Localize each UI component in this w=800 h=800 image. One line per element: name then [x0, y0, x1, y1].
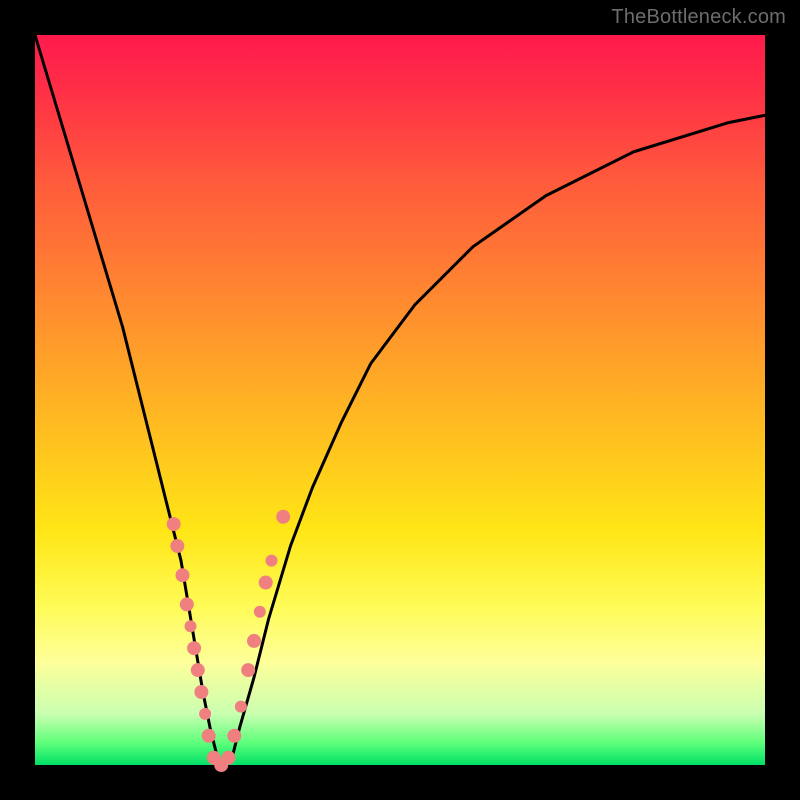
- data-marker: [167, 517, 181, 531]
- data-marker: [266, 555, 278, 567]
- data-marker: [247, 634, 261, 648]
- data-marker: [180, 597, 194, 611]
- data-marker: [185, 620, 197, 632]
- data-marker: [191, 663, 205, 677]
- chart-plot-area: [35, 35, 765, 765]
- data-marker: [170, 539, 184, 553]
- chart-svg: [35, 35, 765, 765]
- data-marker: [199, 708, 211, 720]
- data-marker: [194, 685, 208, 699]
- data-marker: [222, 751, 236, 765]
- watermark-text: TheBottleneck.com: [611, 6, 786, 29]
- data-marker: [259, 576, 273, 590]
- data-marker: [202, 729, 216, 743]
- data-marker: [241, 663, 255, 677]
- data-marker: [254, 606, 266, 618]
- data-marker: [187, 641, 201, 655]
- data-marker: [176, 568, 190, 582]
- data-marker: [235, 701, 247, 713]
- markers-group: [167, 510, 291, 772]
- data-marker: [227, 729, 241, 743]
- data-marker: [276, 510, 290, 524]
- bottleneck-curve: [35, 35, 765, 765]
- chart-frame: TheBottleneck.com: [0, 0, 800, 800]
